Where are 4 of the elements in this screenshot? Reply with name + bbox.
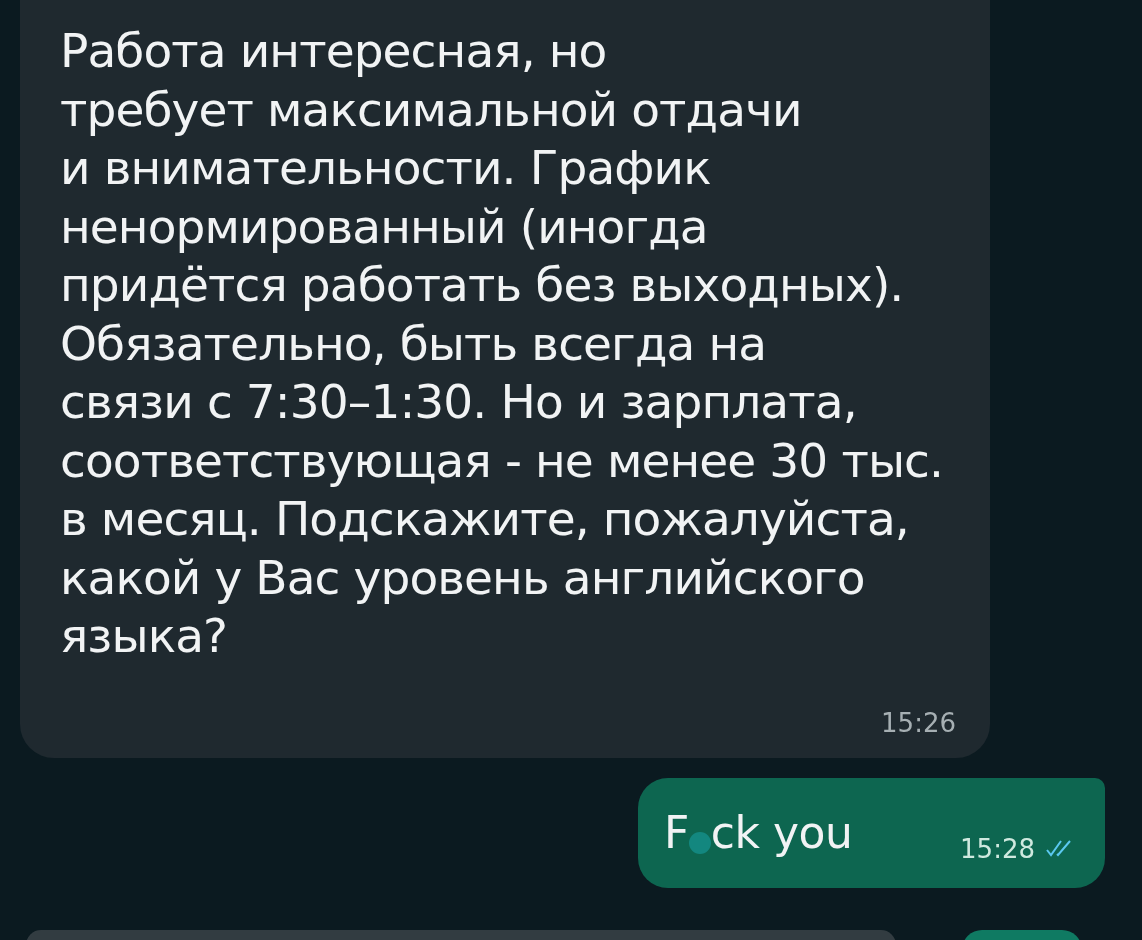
message-time: 15:28 [960, 833, 1035, 864]
message-text: Работа интересная, но требует максимальной отдачи и внимательности. График ненормированный (иногда придётся работать без выходных). Обязательно, быть всегда на связи с 7:30–1:30. Но и зарплата, соответствующая - не менее 30 тыс. в месяц. Подскажите, пожалуйста, какой у Вас уровень английского языка? [60, 22, 944, 665]
message-text: F ck you [664, 805, 853, 860]
message-time: 15:26 [881, 707, 956, 738]
